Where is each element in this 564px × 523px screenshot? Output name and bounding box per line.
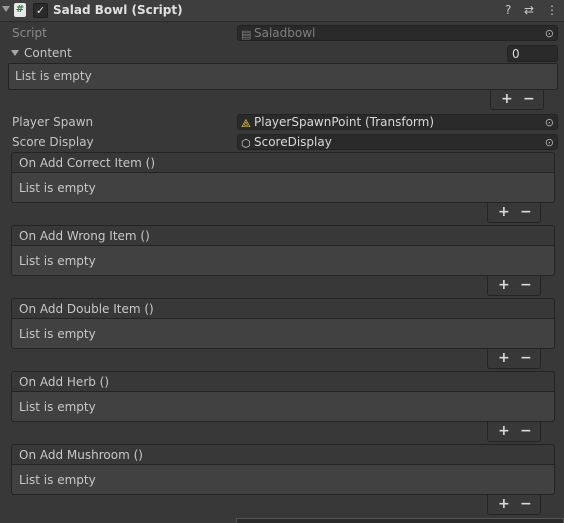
remove-listener-button[interactable]: −	[520, 204, 532, 220]
script-field-value: Saladbowl	[254, 26, 316, 40]
event-list-on-add-herb: List is empty	[11, 392, 555, 422]
event-list-on-add-mushroom: List is empty	[11, 465, 555, 495]
add-element-button[interactable]: +	[501, 91, 513, 107]
content-foldout-arrow-icon[interactable]	[11, 50, 19, 56]
content-empty-text: List is empty	[15, 69, 92, 83]
object-picker-icon[interactable]: ⊙	[545, 115, 554, 130]
add-listener-button[interactable]: +	[498, 423, 510, 439]
player-spawn-value: PlayerSpawnPoint (Transform)	[254, 115, 435, 129]
score-display-field[interactable]: ⬡ ScoreDisplay ⊙	[237, 134, 558, 150]
remove-listener-button[interactable]: −	[520, 423, 532, 439]
object-picker-icon: ⊙	[544, 27, 554, 40]
script-field: ▤ Saladbowl ⊙	[237, 25, 558, 41]
foldout-arrow-icon[interactable]	[2, 6, 10, 12]
preset-icon[interactable]: ⇄	[524, 3, 534, 17]
remove-listener-button[interactable]: −	[520, 277, 532, 293]
transform-icon: ⟁	[241, 117, 251, 130]
event-list-on-add-double-item: List is empty	[11, 319, 555, 349]
script-hash-icon: #	[14, 3, 26, 17]
event-list-footer: + −	[487, 495, 541, 515]
remove-listener-button[interactable]: −	[520, 496, 532, 512]
player-spawn-field[interactable]: ⟁ PlayerSpawnPoint (Transform) ⊙	[237, 114, 558, 130]
event-header-on-add-correct-item: On Add Correct Item ()	[11, 152, 555, 173]
content-label[interactable]: Content	[24, 46, 72, 60]
enable-checkbox[interactable]: ✓	[33, 3, 48, 18]
help-icon[interactable]: ?	[505, 3, 511, 17]
remove-element-button[interactable]: −	[523, 91, 535, 107]
event-header-on-add-double-item: On Add Double Item ()	[11, 298, 555, 319]
add-listener-button[interactable]: +	[498, 204, 510, 220]
add-listener-button[interactable]: +	[498, 277, 510, 293]
script-file-icon: ▤	[241, 28, 252, 41]
component-title: Salad Bowl (Script)	[53, 3, 183, 17]
event-header-on-add-wrong-item: On Add Wrong Item ()	[11, 225, 555, 246]
content-list-box: List is empty	[8, 63, 558, 90]
add-listener-button[interactable]: +	[498, 350, 510, 366]
object-picker-icon[interactable]: ⊙	[545, 135, 554, 150]
event-header-on-add-herb: On Add Herb ()	[11, 371, 555, 392]
event-list-footer: + −	[487, 276, 541, 296]
score-display-value: ScoreDisplay	[254, 135, 332, 149]
event-list-on-add-wrong-item: List is empty	[11, 246, 555, 276]
add-listener-button[interactable]: +	[498, 496, 510, 512]
event-list-footer: + −	[487, 422, 541, 442]
event-list-footer: + −	[487, 203, 541, 223]
remove-listener-button[interactable]: −	[520, 350, 532, 366]
gameobject-cube-icon: ⬡	[241, 137, 251, 150]
content-size-field[interactable]: 0	[507, 45, 558, 62]
event-header-on-add-mushroom: On Add Mushroom ()	[11, 444, 555, 465]
score-display-label: Score Display	[12, 135, 94, 149]
event-list-footer: + −	[487, 349, 541, 369]
script-label: Script	[12, 26, 47, 40]
kebab-menu-icon[interactable]: ⋮	[546, 3, 558, 17]
content-list-footer: + −	[490, 90, 544, 110]
add-component-button[interactable]	[236, 518, 564, 523]
player-spawn-label: Player Spawn	[12, 115, 94, 129]
event-list-on-add-correct-item: List is empty	[11, 173, 555, 203]
